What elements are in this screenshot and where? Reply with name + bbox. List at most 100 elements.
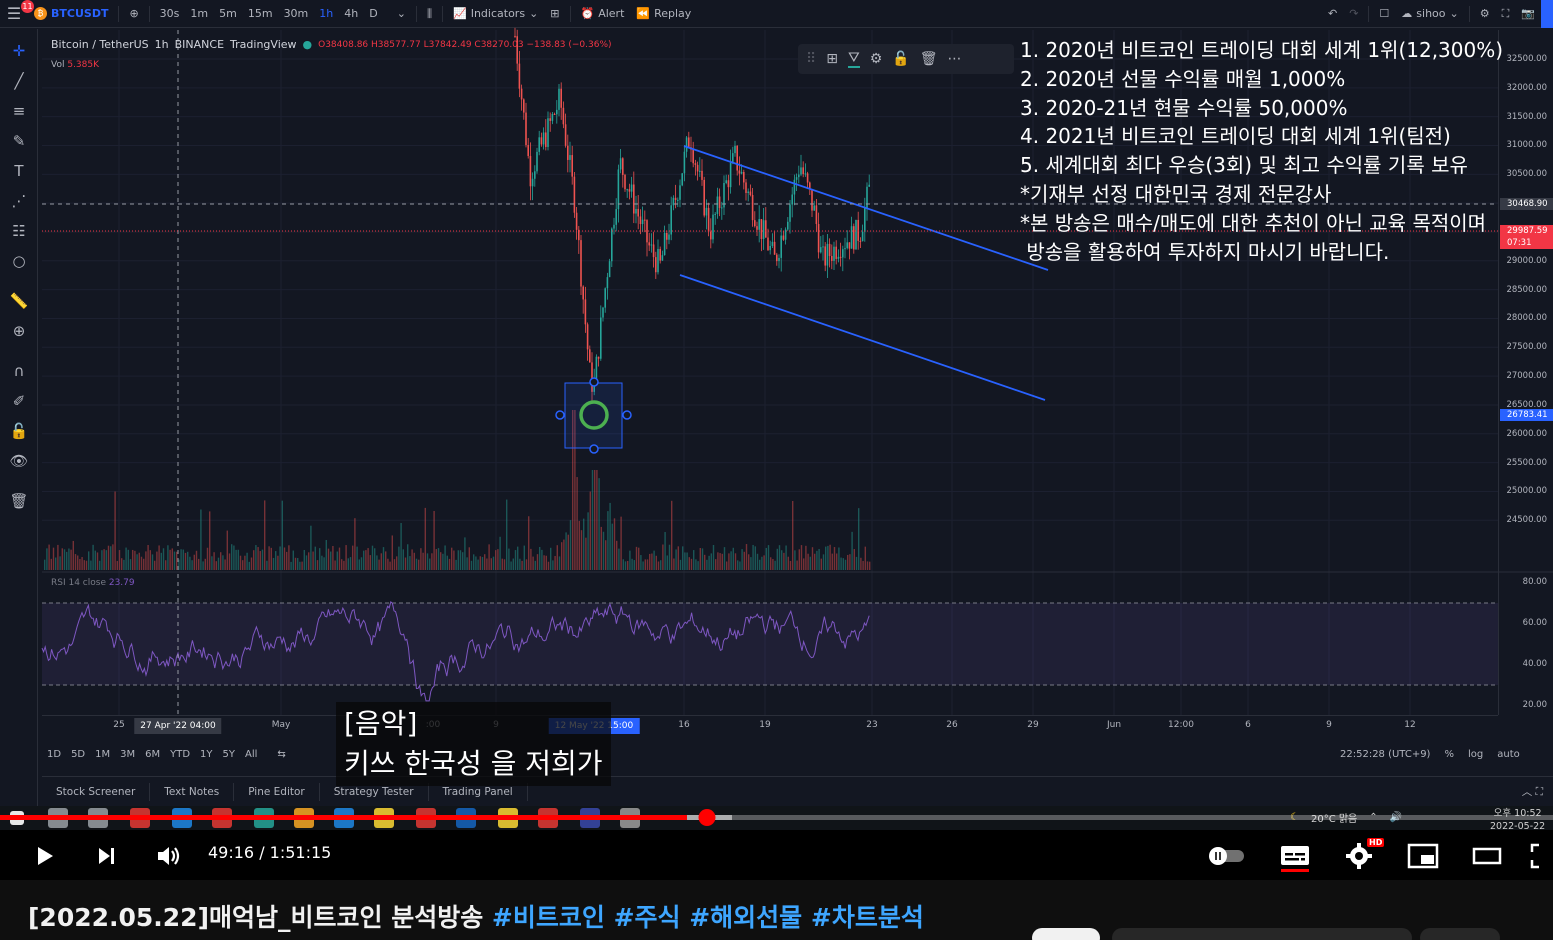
price-axis[interactable]: 32500.00 32000.00 31500.00 31000.00 30500.00… bbox=[1498, 30, 1553, 715]
scale-option-auto[interactable]: auto bbox=[1497, 749, 1520, 760]
hashtag-link[interactable]: #주식 bbox=[614, 903, 690, 932]
volume-bar bbox=[275, 551, 277, 570]
volume-bar bbox=[162, 548, 165, 570]
range-button-1m[interactable]: 1M bbox=[90, 749, 115, 760]
tab-pine-editor[interactable]: Pine Editor bbox=[234, 782, 320, 801]
volume-bar bbox=[622, 559, 624, 570]
volume-bar bbox=[587, 512, 589, 570]
range-button-5d[interactable]: 5D bbox=[66, 749, 90, 760]
candle-body bbox=[824, 246, 826, 266]
range-button-all[interactable]: All bbox=[240, 749, 262, 760]
play-icon bbox=[38, 847, 53, 865]
goto-date-icon[interactable]: ⇆ bbox=[272, 749, 290, 760]
volume-bar bbox=[189, 556, 191, 570]
candle-body bbox=[754, 220, 756, 227]
volume-bar bbox=[609, 502, 611, 570]
actions-bar[interactable] bbox=[1112, 928, 1412, 940]
candle-body bbox=[622, 158, 624, 175]
volume-bar bbox=[693, 550, 695, 570]
volume-bar bbox=[255, 545, 257, 570]
candle-body bbox=[842, 249, 844, 258]
miniplayer-button[interactable] bbox=[1405, 838, 1441, 874]
volume-bar bbox=[642, 561, 644, 570]
candle-body bbox=[553, 113, 556, 115]
subtitles-button[interactable] bbox=[1277, 838, 1313, 874]
hashtag-link[interactable]: #차트분석 bbox=[811, 903, 924, 932]
volume-bar bbox=[701, 548, 704, 570]
candle-body bbox=[815, 205, 818, 224]
subscribe-button[interactable] bbox=[1032, 928, 1100, 940]
mute-button[interactable] bbox=[150, 838, 186, 874]
volume-bar bbox=[105, 550, 107, 570]
volume-bar bbox=[118, 550, 121, 570]
candle-body bbox=[534, 171, 536, 179]
volume-bar bbox=[869, 561, 871, 570]
volume-bar bbox=[341, 559, 343, 570]
tab-text-notes[interactable]: Text Notes bbox=[150, 782, 235, 801]
trash-icon[interactable]: 🗑 bbox=[920, 51, 938, 67]
volume-bar bbox=[765, 547, 767, 570]
more-icon[interactable]: ⋯ bbox=[948, 51, 962, 67]
lock-icon[interactable]: 🔓 bbox=[892, 51, 909, 67]
time-axis[interactable]: 25May91619232629Jun12:00691227 Apr '22 0… bbox=[42, 715, 1498, 737]
candle-body bbox=[617, 169, 620, 210]
candle-body bbox=[582, 286, 584, 300]
video-progress-bar[interactable] bbox=[0, 809, 1553, 826]
volume-bar bbox=[776, 548, 778, 570]
panel-controls[interactable]: ︿ ⛶ bbox=[1522, 784, 1543, 799]
scale-option-percent[interactable]: % bbox=[1444, 749, 1454, 760]
candle-body bbox=[644, 219, 646, 221]
tab-stock-screener[interactable]: Stock Screener bbox=[42, 782, 151, 801]
volume-bar bbox=[849, 554, 851, 570]
theater-mode-button[interactable] bbox=[1469, 838, 1505, 874]
volume-bar bbox=[235, 549, 237, 570]
range-button-6m[interactable]: 6M bbox=[140, 749, 165, 760]
volume-bar bbox=[644, 559, 646, 570]
candle-body bbox=[795, 177, 798, 180]
price-tick: 27500.00 bbox=[1506, 342, 1547, 353]
candle-body bbox=[637, 208, 639, 217]
volume-bar bbox=[305, 555, 308, 570]
volume-bar bbox=[266, 560, 268, 570]
volume-bar bbox=[464, 537, 466, 570]
share-button[interactable] bbox=[1420, 928, 1500, 940]
candle-body bbox=[650, 244, 653, 246]
range-button-5y[interactable]: 5Y bbox=[218, 749, 240, 760]
autoplay-toggle[interactable] bbox=[1206, 838, 1248, 874]
range-button-1y[interactable]: 1Y bbox=[195, 749, 217, 760]
hashtag-link[interactable]: #해외선물 bbox=[689, 903, 811, 932]
templates-icon[interactable]: ⊞ bbox=[826, 51, 838, 67]
progress-scrubber[interactable] bbox=[698, 809, 716, 826]
fullscreen-button[interactable] bbox=[1529, 838, 1553, 874]
hashtag-link[interactable]: #비트코인 bbox=[492, 903, 614, 932]
volume-bar bbox=[470, 560, 473, 570]
volume-bar bbox=[853, 549, 855, 570]
range-button-ytd[interactable]: YTD bbox=[165, 749, 195, 760]
scale-option-log[interactable]: log bbox=[1468, 749, 1483, 760]
play-button[interactable] bbox=[26, 838, 62, 874]
drag-handle-icon[interactable]: ⠿ bbox=[806, 51, 816, 67]
range-button-3m[interactable]: 3M bbox=[115, 749, 140, 760]
next-button[interactable] bbox=[88, 838, 124, 874]
candle-body bbox=[562, 107, 565, 125]
volume-bar bbox=[695, 559, 697, 570]
fill-color-icon[interactable]: ⛛ bbox=[848, 50, 860, 68]
volume-bar bbox=[204, 558, 206, 570]
volume-bar bbox=[393, 559, 396, 570]
candle-body bbox=[646, 220, 648, 243]
volume-bar bbox=[308, 552, 310, 570]
volume-bar bbox=[585, 537, 587, 570]
gear-icon[interactable]: ⚙ bbox=[870, 51, 883, 67]
volume-bar bbox=[160, 552, 162, 570]
candle-body bbox=[595, 356, 598, 382]
volume-bar bbox=[334, 560, 336, 570]
volume-bar bbox=[332, 545, 334, 570]
broadcast-overlay-text: 1. 2020년 비트코인 트레이딩 대회 세계 1위(12,300%) 2. 2… bbox=[1020, 36, 1503, 266]
volume-bar bbox=[690, 558, 693, 570]
range-button-1d[interactable]: 1D bbox=[42, 749, 66, 760]
volume-bar bbox=[323, 557, 325, 570]
candle-body bbox=[771, 241, 774, 246]
settings-button[interactable]: HD bbox=[1341, 838, 1385, 874]
volume-bar bbox=[556, 545, 558, 570]
volume-bar bbox=[363, 550, 365, 570]
